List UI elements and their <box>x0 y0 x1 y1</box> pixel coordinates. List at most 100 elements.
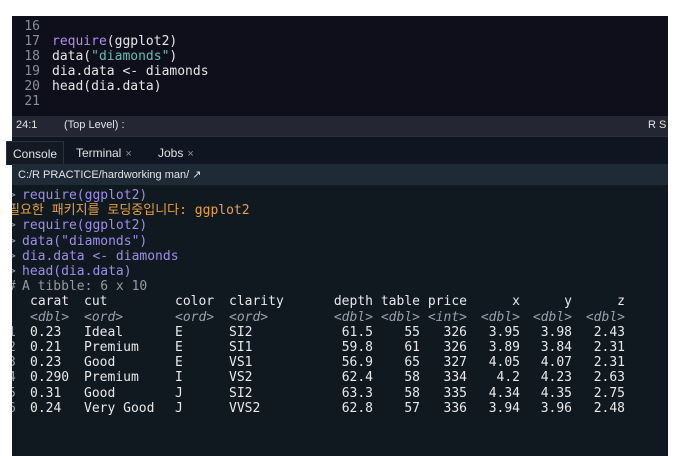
table-cell: 0.290 <box>30 370 70 386</box>
table-header-row: carat cut color clarity depth table price x y z <box>12 294 668 309</box>
column-header: depth <box>333 294 373 310</box>
column-header: carat <box>30 294 70 310</box>
working-directory-path[interactable]: C:/R PRACTICE/hardworking man/ ↗ <box>18 168 201 181</box>
table-row: 6 0.24 Very Good J VVS2 62.8 57 336 3.94 3.96 2.48 <box>12 401 668 416</box>
table-cell: Good <box>84 355 116 371</box>
column-type: <int> <box>427 309 467 325</box>
table-cell: VS1 <box>229 355 253 371</box>
table-type-row: <dbl> <ord> <ord> <ord> <dbl> <dbl> <int> <dbl>… <box>12 310 668 325</box>
tab-terminal[interactable]: Terminal × <box>70 141 138 165</box>
table-cell: 4.05 <box>488 355 520 371</box>
table-cell: 3.95 <box>488 324 520 340</box>
close-icon[interactable]: × <box>187 148 193 160</box>
table-cell: 0.31 <box>30 385 62 401</box>
table-cell: 62.4 <box>341 370 373 386</box>
table-cell: SI2 <box>229 324 253 340</box>
table-cell: 3.98 <box>540 324 572 340</box>
table-cell: SI2 <box>229 385 253 401</box>
table-cell: J <box>175 385 183 401</box>
close-icon[interactable]: × <box>125 148 131 160</box>
prompt: > <box>12 264 16 279</box>
table-row: 2 0.21 Premium E SI1 59.8 61 326 3.89 3.84 2.31 <box>12 340 668 355</box>
editor-status-bar: 24:1 (Top Level) : R S <box>12 116 668 136</box>
code-text: data("diamonds") <box>52 50 177 64</box>
column-header: cut <box>84 294 108 310</box>
table-cell: 59.8 <box>341 340 373 355</box>
table-cell: 334 <box>443 370 467 386</box>
table-cell: 57 <box>404 400 420 416</box>
column-header: x <box>512 294 520 310</box>
table-cell: 2.48 <box>593 400 625 416</box>
scope-selector[interactable]: (Top Level) : <box>64 119 125 131</box>
table-cell: VVS2 <box>229 400 261 416</box>
column-header: color <box>175 294 215 310</box>
table-cell: 2.31 <box>593 340 625 355</box>
table-cell: 4.34 <box>488 385 520 401</box>
row-number: 1 <box>12 325 16 340</box>
column-header: price <box>427 294 467 310</box>
line-number: 20 <box>24 79 40 94</box>
column-type: <dbl> <box>585 309 625 325</box>
column-type: <dbl> <box>333 309 373 325</box>
table-cell: 62.8 <box>341 400 373 416</box>
cursor-position: 24:1 <box>16 119 38 131</box>
console-command: data("diamonds") <box>22 233 148 249</box>
table-row: 5 0.31 Good J SI2 63.3 58 335 4.34 4.35 2.75 <box>12 386 668 401</box>
column-type: <dbl> <box>480 309 520 325</box>
console-message: 필요한 패키지를 로딩중입니다: ggplot2 <box>12 203 250 219</box>
working-directory-bar[interactable]: C:/R PRACTICE/hardworking man/ ↗ <box>12 164 668 185</box>
column-type: <ord> <box>175 309 215 325</box>
console-command: dia.data <- diamonds <box>22 248 179 264</box>
table-cell: 335 <box>443 385 467 401</box>
table-cell: 0.21 <box>30 340 62 355</box>
table-cell: 3.96 <box>540 400 572 416</box>
source-editor[interactable]: 16 17 require(ggplot2) 18 data("diamonds") 19… <box>12 16 668 116</box>
code-text: dia.data <- diamonds <box>52 65 209 79</box>
tab-jobs[interactable]: Jobs × <box>152 141 200 165</box>
code-token: "diamonds" <box>91 49 170 64</box>
table-row: 1 0.23 Ideal E SI2 61.5 55 326 3.95 3.98 2.43 <box>12 325 668 340</box>
table-cell: Premium <box>84 370 139 386</box>
table-cell: 0.24 <box>30 400 62 416</box>
code-text: head(dia.data) <box>52 80 162 94</box>
table-cell: 58 <box>404 385 420 401</box>
row-number: 5 <box>12 386 16 401</box>
table-cell: 63.3 <box>341 385 373 401</box>
line-number: 17 <box>24 34 40 49</box>
table-cell: 58 <box>404 370 420 386</box>
table-cell: 4.23 <box>540 370 572 386</box>
table-cell: E <box>175 355 183 371</box>
table-cell: 3.94 <box>488 400 520 416</box>
console-output[interactable]: > require(ggplot2)필요한 패키지를 로딩중입니다: ggplot… <box>12 185 668 456</box>
table-cell: 4.2 <box>496 370 520 386</box>
row-number: 4 <box>12 370 16 385</box>
table-row: 3 0.23 Good E VS1 56.9 65 327 4.05 4.07 2.31 <box>12 355 668 370</box>
code-text: require(ggplot2) <box>52 35 177 49</box>
table-cell: 326 <box>443 324 467 340</box>
column-header: y <box>564 294 572 310</box>
column-header: clarity <box>229 294 284 310</box>
column-header: table <box>380 294 420 310</box>
tab-console[interactable]: Console <box>6 141 65 165</box>
rstudio-screenshot: 16 17 require(ggplot2) 18 data("diamonds") 19… <box>0 0 684 456</box>
code-token: head(dia.data) <box>52 79 162 94</box>
table-cell: 4.07 <box>540 355 572 371</box>
prompt: > <box>12 234 16 249</box>
table-cell: 327 <box>443 355 467 371</box>
code-token: ) <box>169 49 178 64</box>
table-cell: 4.35 <box>540 385 572 401</box>
table-cell: 61.5 <box>341 324 373 340</box>
tab-label: Jobs <box>158 146 184 160</box>
row-number: 3 <box>12 355 16 370</box>
line-number: 21 <box>24 94 40 109</box>
tab-label: Terminal <box>76 146 122 160</box>
row-number: 2 <box>12 340 16 355</box>
file-type-selector[interactable]: R S <box>648 119 666 131</box>
console-comment: A tibble: 6 x 10 <box>22 279 148 295</box>
table-cell: 3.84 <box>540 340 572 355</box>
table-cell: VS2 <box>229 370 253 386</box>
table-cell: E <box>175 340 183 355</box>
tab-label: Console <box>13 147 58 161</box>
table-cell: 56.9 <box>341 355 373 371</box>
prompt: > <box>12 188 16 203</box>
